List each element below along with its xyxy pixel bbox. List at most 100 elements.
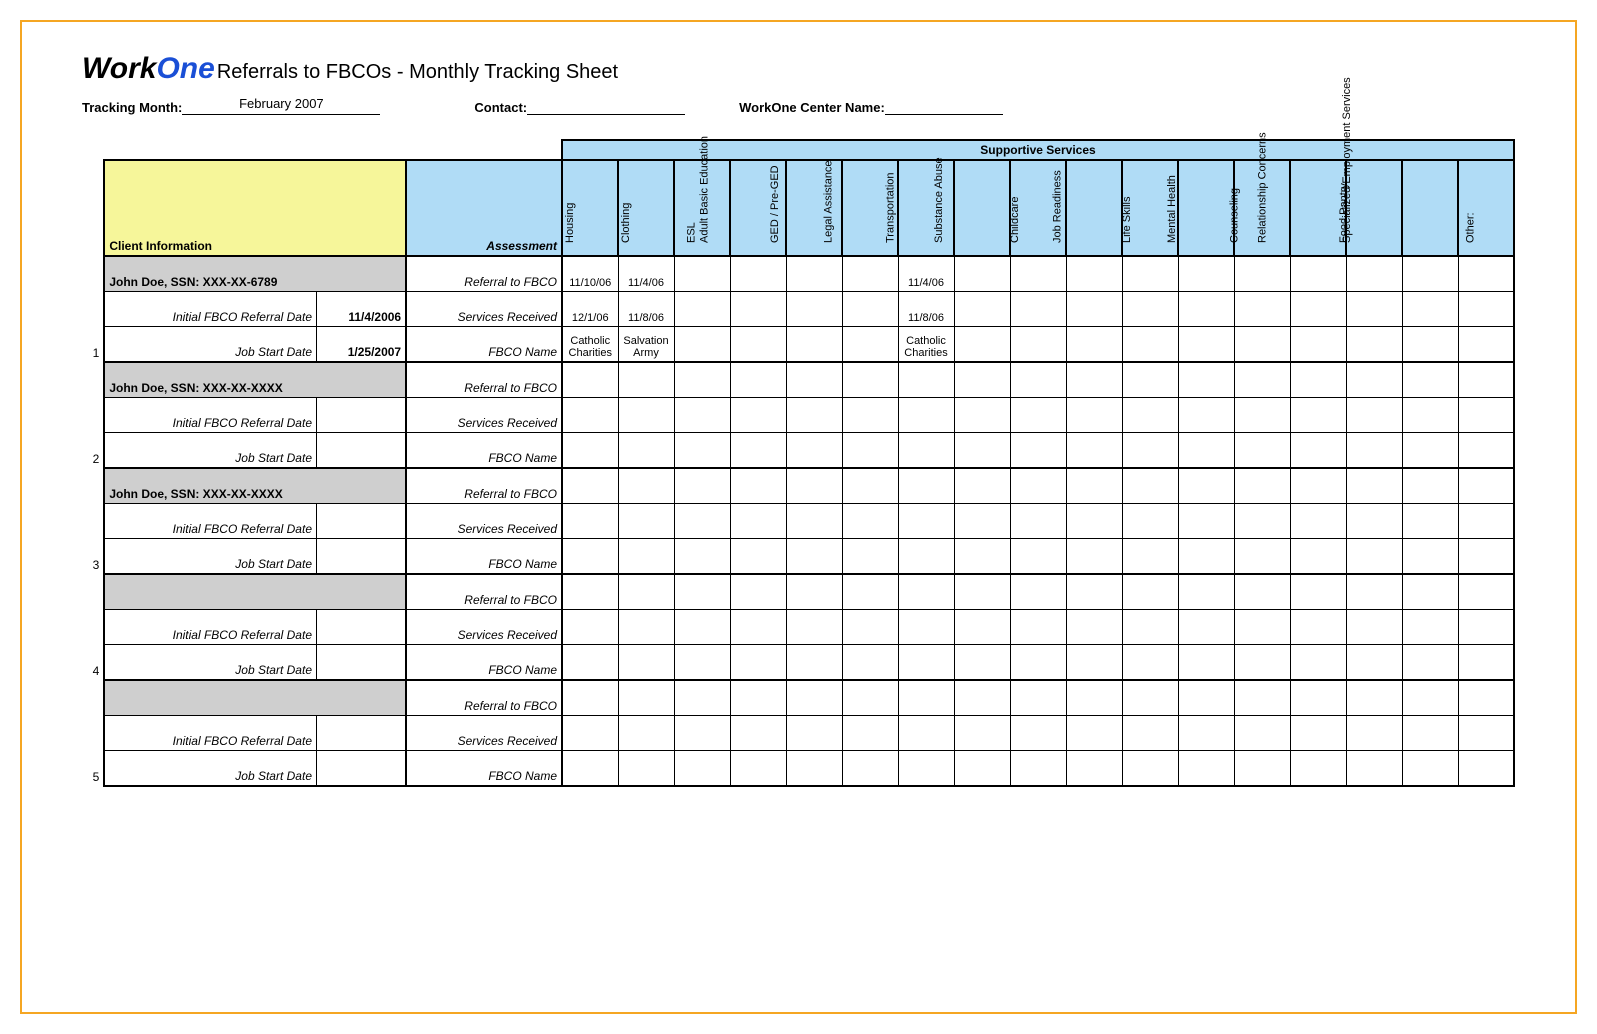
service-cell[interactable] <box>1122 468 1178 504</box>
service-cell[interactable]: 12/1/06 <box>562 292 618 327</box>
service-cell[interactable] <box>618 610 674 645</box>
service-cell[interactable] <box>562 610 618 645</box>
service-cell[interactable] <box>954 539 1010 575</box>
service-cell[interactable] <box>954 362 1010 398</box>
service-cell[interactable] <box>954 468 1010 504</box>
service-cell[interactable] <box>730 327 786 363</box>
service-cell[interactable] <box>842 680 898 716</box>
service-cell[interactable] <box>954 610 1010 645</box>
service-cell[interactable]: 11/4/06 <box>898 256 954 292</box>
job-start-value[interactable] <box>317 539 407 575</box>
service-cell[interactable] <box>618 398 674 433</box>
service-cell[interactable] <box>562 504 618 539</box>
service-cell[interactable] <box>1122 292 1178 327</box>
service-cell[interactable] <box>954 433 1010 469</box>
service-cell[interactable] <box>1458 539 1514 575</box>
service-cell[interactable] <box>1010 716 1066 751</box>
service-cell[interactable] <box>1290 256 1346 292</box>
service-cell[interactable] <box>674 751 730 787</box>
service-cell[interactable] <box>562 645 618 681</box>
service-cell[interactable] <box>618 574 674 610</box>
service-cell[interactable] <box>898 398 954 433</box>
service-cell[interactable] <box>730 433 786 469</box>
service-cell[interactable] <box>1234 256 1290 292</box>
service-cell[interactable] <box>1122 398 1178 433</box>
service-cell[interactable] <box>1458 716 1514 751</box>
service-cell[interactable] <box>842 327 898 363</box>
service-cell[interactable] <box>1402 292 1458 327</box>
service-cell[interactable] <box>954 398 1010 433</box>
service-cell[interactable] <box>1290 362 1346 398</box>
service-cell[interactable] <box>618 504 674 539</box>
service-cell[interactable] <box>1458 433 1514 469</box>
service-cell[interactable] <box>1066 398 1122 433</box>
service-cell[interactable] <box>842 362 898 398</box>
service-cell[interactable] <box>1122 327 1178 363</box>
service-cell[interactable] <box>1458 504 1514 539</box>
service-cell[interactable] <box>674 256 730 292</box>
service-cell[interactable] <box>1234 362 1290 398</box>
service-cell[interactable] <box>1346 539 1402 575</box>
client-name-cell[interactable]: John Doe, SSN: XXX-XX-XXXX <box>104 468 406 504</box>
service-cell[interactable] <box>1290 539 1346 575</box>
service-cell[interactable] <box>618 716 674 751</box>
service-cell[interactable] <box>898 433 954 469</box>
service-cell[interactable] <box>1122 539 1178 575</box>
service-cell[interactable] <box>1402 504 1458 539</box>
service-cell[interactable] <box>954 645 1010 681</box>
service-cell[interactable] <box>562 574 618 610</box>
service-cell[interactable] <box>786 292 842 327</box>
service-cell[interactable] <box>898 751 954 787</box>
service-cell[interactable] <box>562 539 618 575</box>
service-cell[interactable] <box>1122 433 1178 469</box>
service-cell[interactable] <box>842 539 898 575</box>
service-cell[interactable] <box>674 716 730 751</box>
service-cell[interactable] <box>898 680 954 716</box>
service-cell[interactable] <box>1066 433 1122 469</box>
service-cell[interactable] <box>842 292 898 327</box>
service-cell[interactable] <box>1234 327 1290 363</box>
service-cell[interactable] <box>954 680 1010 716</box>
service-cell[interactable] <box>898 645 954 681</box>
service-cell[interactable] <box>1346 256 1402 292</box>
service-cell[interactable] <box>730 645 786 681</box>
service-cell[interactable] <box>1346 504 1402 539</box>
initial-referral-value[interactable] <box>317 716 407 751</box>
service-cell[interactable] <box>1178 610 1234 645</box>
service-cell[interactable] <box>1290 504 1346 539</box>
initial-referral-value[interactable]: 11/4/2006 <box>317 292 407 327</box>
service-cell[interactable] <box>786 256 842 292</box>
service-cell[interactable] <box>898 539 954 575</box>
service-cell[interactable] <box>730 539 786 575</box>
service-cell[interactable] <box>1458 680 1514 716</box>
service-cell[interactable] <box>786 398 842 433</box>
service-cell[interactable] <box>1458 468 1514 504</box>
job-start-value[interactable] <box>317 751 407 787</box>
service-cell[interactable] <box>674 327 730 363</box>
service-cell[interactable] <box>674 362 730 398</box>
service-cell[interactable] <box>1290 468 1346 504</box>
service-cell[interactable] <box>1458 645 1514 681</box>
service-cell[interactable] <box>1178 645 1234 681</box>
service-cell[interactable] <box>674 680 730 716</box>
service-cell[interactable] <box>898 504 954 539</box>
service-cell[interactable] <box>674 292 730 327</box>
service-cell[interactable] <box>1010 574 1066 610</box>
service-cell[interactable] <box>730 504 786 539</box>
service-cell[interactable] <box>730 680 786 716</box>
service-cell[interactable]: Catholic Charities <box>898 327 954 363</box>
service-cell[interactable]: Catholic Charities <box>562 327 618 363</box>
service-cell[interactable] <box>1234 398 1290 433</box>
service-cell[interactable] <box>1458 362 1514 398</box>
service-cell[interactable] <box>1010 504 1066 539</box>
service-cell[interactable] <box>1458 574 1514 610</box>
service-cell[interactable] <box>562 398 618 433</box>
service-cell[interactable] <box>1458 751 1514 787</box>
service-cell[interactable] <box>786 504 842 539</box>
service-cell[interactable] <box>1346 645 1402 681</box>
service-cell[interactable] <box>562 433 618 469</box>
service-cell[interactable] <box>1402 327 1458 363</box>
service-cell[interactable] <box>1178 433 1234 469</box>
service-cell[interactable] <box>1066 610 1122 645</box>
service-cell[interactable] <box>1346 433 1402 469</box>
